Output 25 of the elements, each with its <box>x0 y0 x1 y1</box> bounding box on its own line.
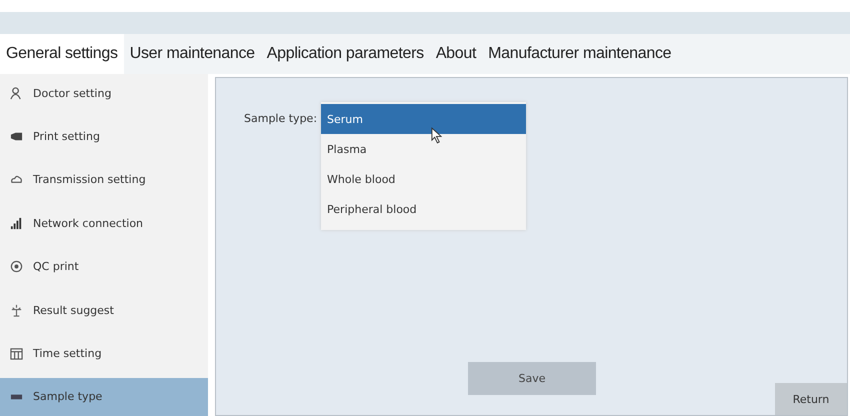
return-button[interactable]: Return <box>775 383 847 415</box>
tab[interactable]: Application parameters <box>260 34 430 74</box>
tab[interactable]: Manufacturer maintenance <box>482 34 678 74</box>
tab[interactable]: General settings <box>0 34 124 74</box>
calendar-icon <box>10 347 23 360</box>
dropdown-option[interactable]: Whole blood <box>321 164 526 194</box>
field-label: Sample type: <box>244 112 318 125</box>
tab[interactable]: About <box>430 34 482 74</box>
sidebar-item[interactable]: Sample type <box>0 378 208 416</box>
sidebar-item[interactable]: Transmission setting <box>0 160 208 199</box>
mouse-pointer-icon <box>431 127 442 144</box>
sidebar-item[interactable]: Time setting <box>0 334 208 373</box>
person-icon <box>10 86 23 100</box>
dropdown-option[interactable]: Plasma <box>321 134 526 164</box>
dropdown-option[interactable]: Peripheral blood <box>321 194 526 224</box>
dropdown-option[interactable]: Serum <box>321 104 526 134</box>
sidebar-item[interactable]: Network connection <box>0 204 208 242</box>
sidebar-item[interactable]: Result suggest <box>0 291 208 330</box>
sidebar-item[interactable]: QC print <box>0 248 208 286</box>
signal-icon <box>10 216 23 230</box>
target-icon <box>10 260 23 274</box>
save-button[interactable]: Save <box>468 362 596 395</box>
tab[interactable]: User maintenance <box>124 34 261 74</box>
sidebar-item[interactable]: Print setting <box>0 117 208 156</box>
sidebar-item[interactable]: Doctor setting <box>0 74 208 112</box>
